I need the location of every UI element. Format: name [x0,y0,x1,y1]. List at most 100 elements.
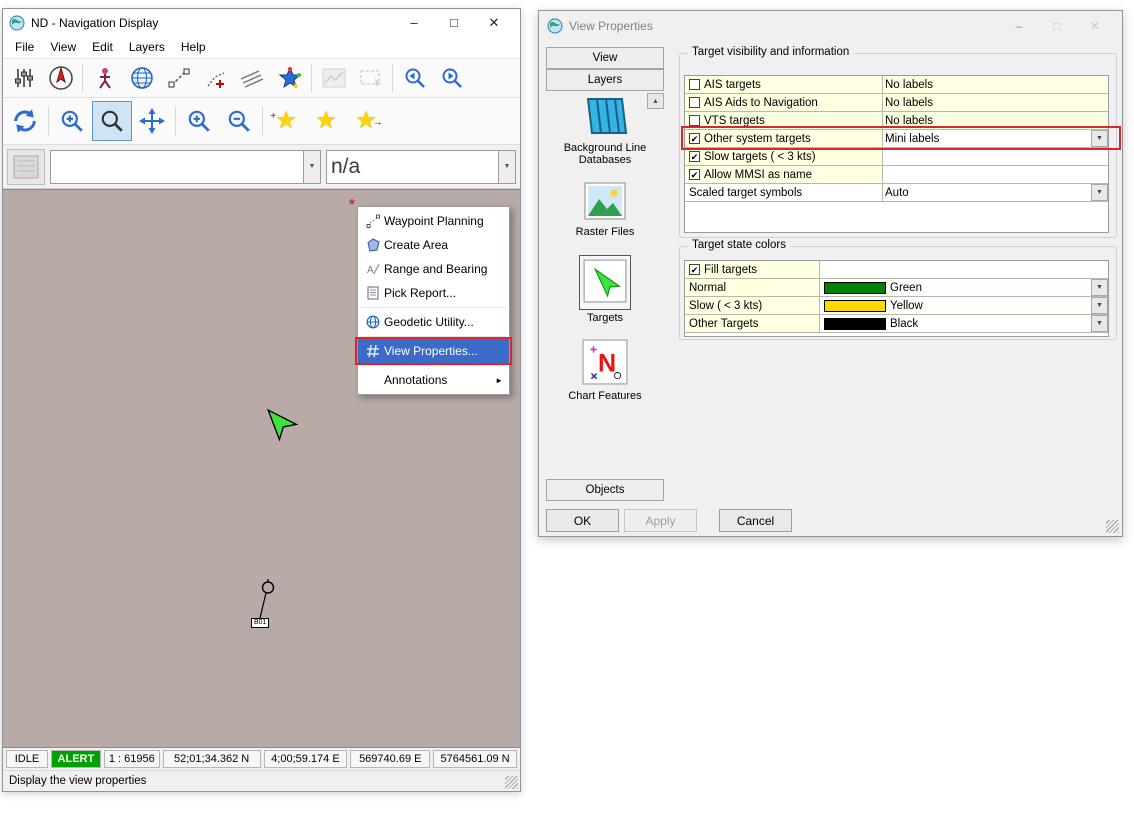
zoom-previous-button[interactable] [396,62,433,95]
tab-view[interactable]: View [546,47,664,69]
view-properties-icon [366,344,380,358]
zoom-in-icon [186,108,212,134]
row-value-cell[interactable]: Auto▼ [883,184,1108,201]
context-menu-item-pick-report[interactable]: Pick Report... [358,281,509,305]
draw-line-button[interactable] [160,62,197,95]
parallel-index-button[interactable] [234,62,271,95]
zoom-next-button[interactable] [433,62,470,95]
fill-targets-checkbox[interactable]: ✔ [689,264,700,275]
ok-button[interactable]: OK [546,509,619,532]
globe-button[interactable] [123,62,160,95]
vessel-target-symbol[interactable] [254,397,302,445]
row-label-cell[interactable]: AIS Aids to Navigation [685,94,883,111]
row-value-cell[interactable]: No labels [883,112,1108,129]
row-label: Slow ( < 3 kts) [689,300,762,312]
zoom-tool-button[interactable] [92,101,132,141]
layer-item-label: Targets [546,312,664,324]
context-menu-item-geodetic-utility[interactable]: Geodetic Utility... [358,310,509,334]
color-name: Black [890,318,918,330]
dropdown-arrow-icon[interactable]: ▼ [1091,184,1108,201]
maximize-button[interactable]: □ [434,10,474,35]
menu-view[interactable]: View [42,37,84,57]
buoy-symbol[interactable] [250,578,280,623]
dialog-minimize-button[interactable]: – [1000,15,1038,37]
status-latitude: 52;01;34.362 N [163,750,261,768]
row-value-cell[interactable]: No labels [883,94,1108,111]
row-label-cell[interactable]: ✔Fill targets [685,261,820,278]
dropdown-arrow-icon[interactable]: ▼ [1091,297,1108,314]
status-alert-badge: ALERT [51,750,101,768]
context-menu-item-annotations[interactable]: Annotations ► [358,368,509,392]
add-favorite-view-button[interactable]: ★+ [266,101,306,141]
resize-grip[interactable] [505,776,518,789]
waypoint-figure-button[interactable] [86,62,123,95]
row-label-cell[interactable]: ✔Slow targets ( < 3 kts) [685,148,883,165]
refresh-view-icon [11,107,39,135]
row-label-cell[interactable]: Scaled target symbols [685,184,883,201]
allow-mmsi-checkbox[interactable]: ✔ [689,169,700,180]
tab-layers[interactable]: Layers [546,69,664,91]
north-compass-button[interactable] [42,62,79,95]
minimize-button[interactable]: – [394,10,434,35]
context-menu-item-create-area[interactable]: Create Area [358,233,509,257]
row-value-cell[interactable]: Black ▼ [820,315,1108,332]
menu-edit[interactable]: Edit [84,37,121,57]
row-label-cell[interactable]: AIS targets [685,76,883,93]
layer-item-targets[interactable]: Targets [546,255,664,324]
layer-item-raster-files[interactable]: Raster Files [546,181,664,238]
dialog-close-button[interactable]: ✕ [1076,15,1114,37]
zoom-out-button[interactable] [219,101,259,141]
buoy-label: B01 [251,618,269,628]
layer-item-chart-features[interactable]: N Chart Features [546,339,664,402]
draw-polyline-button[interactable] [197,62,234,95]
scale-combobox[interactable]: n/a ▼ [326,150,516,184]
row-label-cell[interactable]: ✔Allow MMSI as name [685,166,883,183]
select-region-button[interactable] [352,62,389,95]
row-label-cell[interactable]: ✔Other system targets [685,130,883,147]
context-menu-item-view-properties[interactable]: View Properties... [358,339,509,363]
table-row-other-system-targets: ✔Other system targets Mini labels▼ [685,130,1108,148]
map-canvas[interactable]: B01 * Waypoint Planning Create Area A Ra… [3,189,520,748]
close-button[interactable]: ✕ [474,10,514,35]
row-value-cell[interactable]: Green▼ [820,279,1108,296]
dialog-globe-icon [547,18,563,34]
cancel-button[interactable]: Cancel [719,509,792,532]
row-value-cell[interactable]: No labels [883,76,1108,93]
menu-help[interactable]: Help [173,37,214,57]
row-value-cell[interactable]: Mini labels▼ [883,130,1108,147]
mixer-sliders-button[interactable] [5,62,42,95]
dropdown-arrow-icon[interactable]: ▼ [1091,315,1108,332]
dropdown-arrow-icon[interactable]: ▼ [498,151,515,183]
view-name-combobox[interactable]: ▼ [50,150,321,184]
ais-aids-checkbox[interactable] [689,97,700,108]
menu-file[interactable]: File [7,37,42,57]
polygon-star-button[interactable] [271,62,308,95]
context-menu-item-waypoint-planning[interactable]: Waypoint Planning [358,209,509,233]
dialog-maximize-button[interactable]: □ [1038,15,1076,37]
row-label-cell[interactable]: VTS targets [685,112,883,129]
menu-layers[interactable]: Layers [121,37,173,57]
menu-separator [361,365,506,366]
row-value-cell[interactable]: Yellow▼ [820,297,1108,314]
slow-targets-checkbox[interactable]: ✔ [689,151,700,162]
dropdown-arrow-icon[interactable]: ▼ [1091,130,1108,147]
pan-button[interactable] [132,101,172,141]
apply-button[interactable]: Apply [624,509,697,532]
objects-button[interactable]: Objects [546,479,664,501]
dropdown-arrow-icon[interactable]: ▼ [303,151,320,183]
vts-targets-checkbox[interactable] [689,115,700,126]
layer-item-background-line-databases[interactable]: Background Line Databases [546,95,664,166]
goto-favorite-view-button[interactable]: ★→ [346,101,386,141]
chart-preview-button[interactable] [7,149,45,185]
zoom-window-button[interactable] [52,101,92,141]
dialog-resize-grip[interactable] [1106,520,1119,533]
zoom-in-button[interactable] [179,101,219,141]
context-menu-item-range-and-bearing[interactable]: A Range and Bearing [358,257,509,281]
dropdown-arrow-icon[interactable]: ▼ [1091,279,1108,296]
favorite-view-button[interactable]: ★ [306,101,346,141]
refresh-view-button[interactable] [5,101,45,141]
chart-button[interactable] [315,62,352,95]
other-system-targets-checkbox[interactable]: ✔ [689,133,700,144]
view-selector-bar: ▼ n/a ▼ [3,145,520,189]
ais-targets-checkbox[interactable] [689,79,700,90]
